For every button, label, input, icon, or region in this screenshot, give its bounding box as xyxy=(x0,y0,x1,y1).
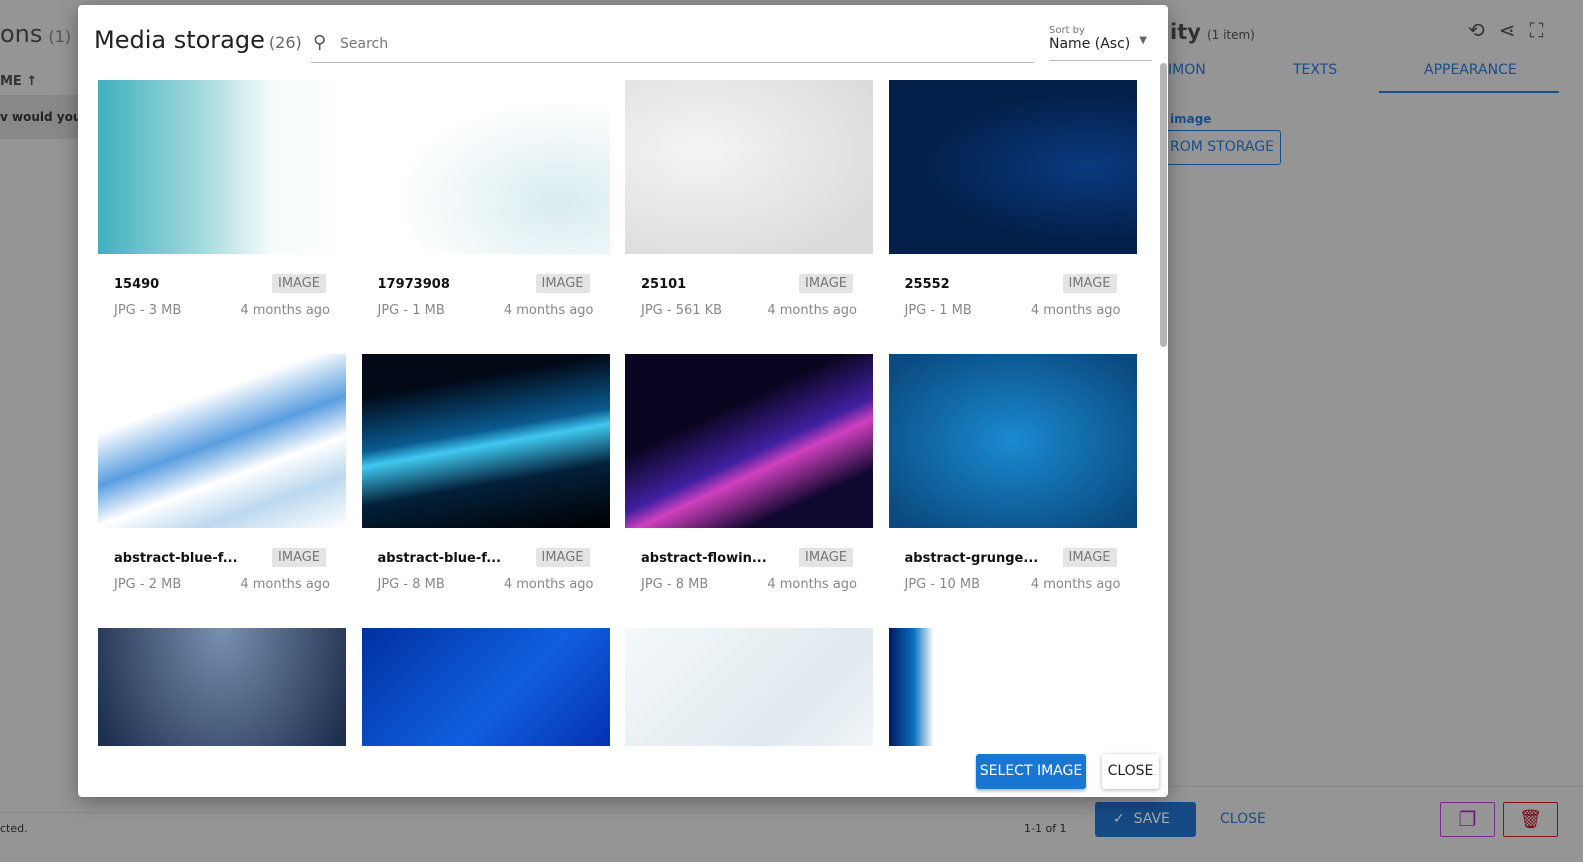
modified-age: 4 months ago xyxy=(240,303,330,318)
file-meta: JPG - 2 MB xyxy=(114,577,182,592)
type-badge: IMAGE xyxy=(272,548,327,567)
thumbnail[interactable] xyxy=(888,628,1137,746)
from-storage-button[interactable]: ROM STORAGE xyxy=(1160,130,1281,165)
media-name: 25101 xyxy=(641,277,687,292)
select-image-button[interactable]: SELECT IMAGE xyxy=(976,754,1086,789)
media-card[interactable]: 25101 IMAGE JPG - 561 KB 4 months ago xyxy=(625,80,873,340)
tab-texts[interactable]: TEXTS xyxy=(1293,62,1337,78)
share-icon[interactable]: ⋖ xyxy=(1499,18,1516,42)
file-meta: JPG - 8 MB xyxy=(641,577,709,592)
type-badge: IMAGE xyxy=(535,274,590,293)
pagination: 1-1 of 1 xyxy=(1024,822,1067,835)
check-icon: ✓ xyxy=(1113,811,1125,827)
sort-label: Sort by xyxy=(1049,25,1085,36)
search-placeholder: Search xyxy=(340,36,389,52)
file-meta: JPG - 8 MB xyxy=(377,577,445,592)
type-badge: IMAGE xyxy=(1062,274,1117,293)
scrollbar[interactable] xyxy=(1160,63,1167,347)
table-footer: cted. 1-1 of 1 xyxy=(0,812,1080,852)
modified-age: 4 months ago xyxy=(767,577,857,592)
thumbnail[interactable] xyxy=(625,354,873,528)
type-badge: IMAGE xyxy=(799,274,854,293)
media-card[interactable]: 17973908 IMAGE JPG - 1 MB 4 months ago xyxy=(361,80,610,340)
media-card[interactable]: abstract-blue-f... IMAGE JPG - 2 MB 4 month… xyxy=(98,354,346,614)
fullscreen-icon[interactable]: ⛶ xyxy=(1530,18,1544,42)
thumbnail[interactable] xyxy=(361,354,610,528)
media-name: 25552 xyxy=(904,277,950,292)
delete-icon: 🗑 xyxy=(1519,809,1542,830)
delete-button[interactable]: 🗑 xyxy=(1503,802,1558,837)
media-name: abstract-flowin... xyxy=(641,551,767,566)
modified-age: 4 months ago xyxy=(240,577,330,592)
sort-value: Name (Asc) xyxy=(1049,36,1131,52)
save-button[interactable]: ✓ SAVE xyxy=(1095,802,1196,837)
thumbnail[interactable] xyxy=(625,628,873,746)
type-badge: IMAGE xyxy=(1062,548,1117,567)
table-row[interactable]: v would you r xyxy=(0,95,80,139)
media-card[interactable]: abstract-blue-f... IMAGE JPG - 8 MB 4 month… xyxy=(361,354,610,614)
thumbnail[interactable] xyxy=(625,80,873,254)
image-label: image xyxy=(1170,112,1212,126)
media-name: abstract-grunge... xyxy=(904,551,1039,566)
media-name: 15490 xyxy=(114,277,160,292)
history-icon[interactable]: ⟲ xyxy=(1468,18,1485,42)
selection-text: cted. xyxy=(0,822,28,835)
copy-icon: ❐ xyxy=(1458,807,1477,831)
thumbnail[interactable] xyxy=(361,80,610,254)
chevron-down-icon: ▼ xyxy=(1139,35,1147,46)
media-card[interactable]: abstract-flowin... IMAGE JPG - 8 MB 4 month… xyxy=(625,354,873,614)
close-button[interactable]: CLOSE xyxy=(1102,754,1159,789)
media-card[interactable] xyxy=(361,628,610,746)
media-card[interactable]: 25552 IMAGE JPG - 1 MB 4 months ago xyxy=(888,80,1137,340)
thumbnail[interactable] xyxy=(98,354,346,528)
file-meta: JPG - 10 MB xyxy=(904,577,981,592)
media-name: abstract-blue-f... xyxy=(114,551,238,566)
file-meta: JPG - 1 MB xyxy=(904,303,972,318)
media-card[interactable] xyxy=(98,628,346,746)
sort-select[interactable]: Sort by Name (Asc) ▼ xyxy=(1049,25,1152,61)
type-badge: IMAGE xyxy=(535,548,590,567)
modified-age: 4 months ago xyxy=(1030,577,1121,592)
media-name: abstract-blue-f... xyxy=(377,551,502,566)
dialog-title: Media storage (26) xyxy=(94,26,302,54)
column-header-name[interactable]: ME ↑ xyxy=(0,74,37,89)
file-meta: JPG - 1 MB xyxy=(377,303,445,318)
active-tab-indicator xyxy=(1379,91,1559,93)
thumbnail[interactable] xyxy=(98,628,346,746)
media-grid: 15490 IMAGE JPG - 3 MB 4 months ago 17973908… xyxy=(98,80,1158,746)
media-name: 17973908 xyxy=(377,277,450,292)
thumbnail[interactable] xyxy=(361,628,610,746)
thumbnail[interactable] xyxy=(98,80,346,254)
media-card[interactable] xyxy=(888,628,1137,746)
media-card[interactable]: abstract-grunge... IMAGE JPG - 10 MB 4 mont… xyxy=(888,354,1137,614)
search-input[interactable]: ⚲ Search xyxy=(311,29,1034,63)
modified-age: 4 months ago xyxy=(503,303,594,318)
file-meta: JPG - 3 MB xyxy=(114,303,182,318)
media-card[interactable]: 15490 IMAGE JPG - 3 MB 4 months ago xyxy=(98,80,346,340)
page-title: ons (1) xyxy=(0,20,72,48)
type-badge: IMAGE xyxy=(799,548,854,567)
file-meta: JPG - 561 KB xyxy=(641,303,723,318)
modified-age: 4 months ago xyxy=(503,577,594,592)
tab-appearance[interactable]: APPEARANCE xyxy=(1424,62,1517,78)
tab-common[interactable]: IMON xyxy=(1168,62,1206,78)
modified-age: 4 months ago xyxy=(767,303,857,318)
close-panel-button[interactable]: CLOSE xyxy=(1220,811,1266,827)
modified-age: 4 months ago xyxy=(1030,303,1121,318)
copy-button[interactable]: ❐ xyxy=(1440,802,1495,837)
media-storage-dialog: Media storage (26) ⚲ Search Sort by Name … xyxy=(78,5,1168,797)
thumbnail[interactable] xyxy=(888,354,1137,528)
thumbnail[interactable] xyxy=(888,80,1137,254)
panel-title: ity (1 item) xyxy=(1170,20,1255,44)
type-badge: IMAGE xyxy=(272,274,327,293)
item-count: (26) xyxy=(268,33,302,52)
media-card[interactable] xyxy=(625,628,873,746)
search-icon: ⚲ xyxy=(313,32,327,53)
